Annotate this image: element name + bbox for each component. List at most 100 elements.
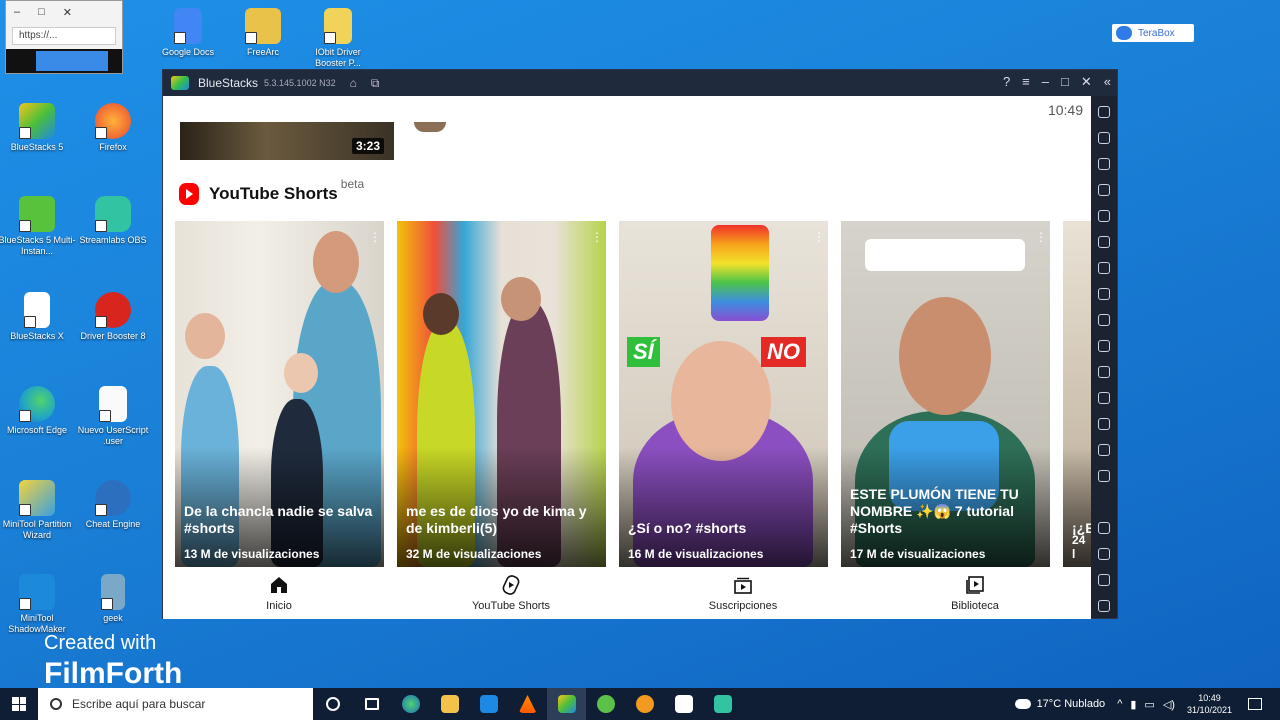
recent-apps-icon[interactable] [1098,600,1110,612]
more-options-icon[interactable]: ⋮ [1035,231,1047,247]
weather-text[interactable]: 17°C Nublado [1037,698,1106,710]
short-card[interactable]: ⋮ ESTE PLUMÓN TIENE TU NOMBRE ✨😱 7 tutor… [841,221,1050,567]
desktop-icon-firefox[interactable]: Firefox [74,103,152,153]
desktop-icon-iobit[interactable]: IObit Driver Booster P... [299,8,377,69]
apk-install-icon[interactable] [1098,288,1110,300]
more-options-icon[interactable]: ⋮ [369,231,381,247]
close-icon[interactable]: ✕ [63,6,72,19]
taskbar-search[interactable]: Escribe aquí para buscar [38,688,313,720]
more-options-icon[interactable]: ⋮ [591,231,603,247]
short-card[interactable]: ⋮ me es de dios yo de kima y de kimberli… [397,221,606,567]
desktop-icon-partition-wizard[interactable]: MiniTool Partition Wizard [0,480,76,541]
home-icon[interactable]: ⌂ [350,76,357,90]
help-icon[interactable]: ? [1003,74,1010,90]
macro-icon[interactable] [1098,262,1110,274]
eraser-icon[interactable] [1098,392,1110,404]
desktop-icon-bluestacks5[interactable]: BlueStacks 5 [0,103,76,153]
chevron-up-icon[interactable]: ^ [1117,698,1122,710]
desktop-icon-label: BlueStacks 5 Multi-Instan... [0,235,76,256]
yes-overlay: SÍ [627,337,660,367]
screenshot-icon[interactable] [1098,314,1110,326]
bluestacks-title: BlueStacks [198,76,259,90]
microphone-icon[interactable]: ▮ [1130,698,1136,711]
desktop-icon-userscript[interactable]: Nuevo UserScript .user [74,386,152,447]
settings-icon[interactable] [1098,522,1110,534]
sync-icon[interactable] [1098,236,1110,248]
taskbar-terabox[interactable] [664,688,703,720]
volume-icon[interactable]: ◁) [1163,698,1175,711]
nav-inicio[interactable]: Inicio [163,567,395,619]
notifications-icon[interactable] [1248,698,1262,710]
nav-biblioteca[interactable]: Biblioteca [859,567,1091,619]
shadowmaker-icon [19,574,55,610]
maximize-icon[interactable]: □ [38,6,45,18]
maximize-icon[interactable]: □ [1061,74,1069,90]
menu-icon[interactable]: ≡ [1022,74,1030,90]
desktop-icon-google-docs[interactable]: Google Docs [149,8,227,58]
nav-suscripciones[interactable]: Suscripciones [627,567,859,619]
volume-icon[interactable] [1098,132,1110,144]
tray-clock[interactable]: 10:49 31/10/2021 [1187,692,1232,716]
streamlabs-icon [95,196,131,232]
android-home-icon[interactable] [1098,574,1110,586]
folder-icon[interactable] [1098,340,1110,352]
file-icon [24,292,50,328]
desktop-icon-label: MiniTool Partition Wizard [2,519,72,540]
close-icon[interactable]: ✕ [1081,74,1092,90]
multi-instance-icon[interactable]: ⧉ [371,76,380,91]
nav-youtube-shorts[interactable]: YouTube Shorts [395,567,627,619]
location-icon[interactable] [1098,418,1110,430]
minimize-icon[interactable]: – [1042,74,1049,90]
desktop-icon-cheat-engine[interactable]: Cheat Engine [74,480,152,530]
cortana-icon [325,697,340,711]
desktop-icon-streamlabs[interactable]: Streamlabs OBS [74,196,152,246]
fullscreen-icon[interactable] [1098,106,1110,118]
start-button[interactable] [0,688,38,720]
weather-icon[interactable] [1014,699,1031,709]
short-views: 17 M de visualizaciones [850,547,986,561]
more-options-icon[interactable]: ⋮ [813,231,825,247]
taskbar-utorrent[interactable] [586,688,625,720]
taskbar-edge[interactable] [391,688,430,720]
taskbar-streamlabs[interactable] [703,688,742,720]
channel-avatar[interactable] [414,122,446,132]
keyboard-icon[interactable] [1098,184,1110,196]
desktop-icon-shadowmaker[interactable]: MiniTool ShadowMaker [0,574,76,635]
android-screen: 10:49 3:23 YouTube Shorts beta ⋮ De la c [163,96,1091,619]
eco-mode-icon[interactable] [1098,470,1110,482]
layers-icon[interactable] [1098,444,1110,456]
task-view-button[interactable] [352,688,391,720]
back-icon[interactable] [1098,548,1110,560]
taskbar-mail[interactable] [469,688,508,720]
terabox-widget[interactable]: TeraBox [1112,24,1194,42]
desktop-icon-edge[interactable]: Microsoft Edge [0,386,76,436]
cortana-button[interactable] [313,688,352,720]
bluestacks-multi-icon [19,196,55,232]
minimize-icon[interactable]: – [14,6,20,18]
partition-wizard-icon [19,480,55,516]
mini-browser-url[interactable]: https://... [12,27,116,45]
youtube-shorts-icon [179,183,199,205]
desktop-icon-bluestacks-x[interactable]: BlueStacks X [0,292,76,342]
desktop-icon-geek[interactable]: geek [74,574,152,624]
taskbar-app-orange[interactable] [625,688,664,720]
taskbar-vlc[interactable] [508,688,547,720]
short-card[interactable]: SÍ NO ⋮ ¿Sí o no? #shorts 16 M de visual… [619,221,828,567]
short-card[interactable]: ⋮ De la chancla nadie se salva #shorts 1… [175,221,384,567]
collapse-sidebar-icon[interactable]: « [1104,74,1111,90]
desktop-icon-driver-booster[interactable]: Driver Booster 8 [74,292,152,342]
rotate-icon[interactable] [1098,210,1110,222]
desktop-icon-bluestacks-multi[interactable]: BlueStacks 5 Multi-Instan... [0,196,76,257]
video-thumbnail[interactable]: 3:23 [180,122,394,160]
nav-label: Inicio [266,600,292,612]
desktop-icon-freearc[interactable]: FreeArc [224,8,302,58]
mini-browser-window[interactable]: – □ ✕ https://... [5,0,123,74]
taskbar-bluestacks[interactable] [547,688,586,720]
copy-icon[interactable] [1098,366,1110,378]
network-icon[interactable]: ▭ [1144,698,1154,711]
screen-record-icon[interactable] [1098,158,1110,170]
short-title: me es de dios yo de kima y de kimberli(5… [406,503,587,536]
short-card[interactable]: ¡¿E co vira 24 l [1063,221,1091,567]
no-overlay: NO [761,337,806,367]
taskbar-explorer[interactable] [430,688,469,720]
